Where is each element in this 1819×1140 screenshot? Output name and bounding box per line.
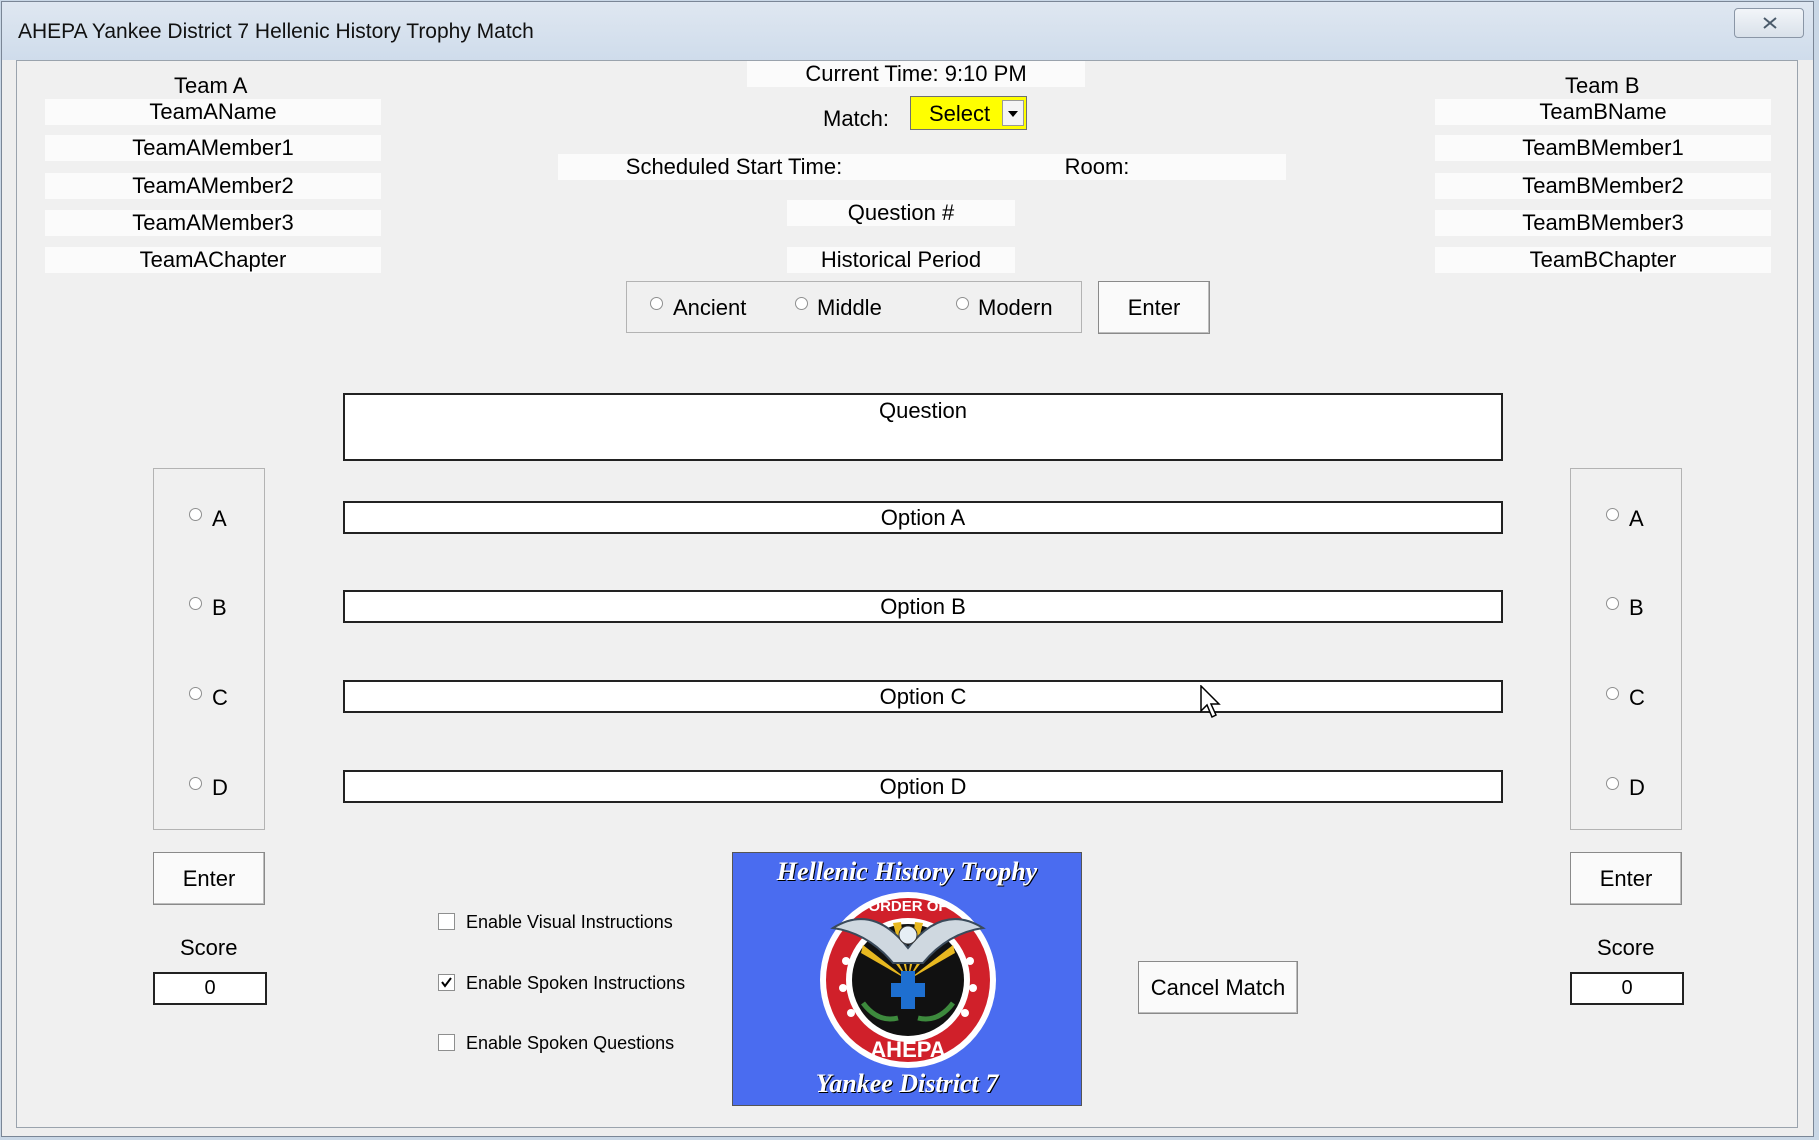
option-c: Option C xyxy=(343,680,1503,713)
app-window: AHEPA Yankee District 7 Hellenic History… xyxy=(1,1,1814,1137)
period-label-middle[interactable]: Middle xyxy=(817,295,882,321)
period-radio-modern[interactable] xyxy=(956,297,969,310)
ring-bottom-text: AHEPA xyxy=(870,1037,945,1062)
team-a-score-label: Score xyxy=(180,935,238,960)
period-label-modern[interactable]: Modern xyxy=(978,295,1053,321)
match-select[interactable]: Select xyxy=(910,96,1027,130)
current-time: Current Time: 9:10 PM xyxy=(747,61,1085,87)
mouse-cursor-icon xyxy=(1200,685,1221,719)
period-radio-middle[interactable] xyxy=(795,297,808,310)
period-enter-button[interactable]: Enter xyxy=(1098,281,1210,334)
match-select-value: Select xyxy=(929,101,991,126)
team-a-member3: TeamAMember3 xyxy=(45,210,381,236)
team-b-radio-c[interactable] xyxy=(1606,687,1619,700)
team-a-score[interactable]: 0 xyxy=(153,972,267,1005)
team-b-member3: TeamBMember3 xyxy=(1435,210,1771,236)
team-a-radio-a[interactable] xyxy=(189,508,202,521)
room: Room: xyxy=(908,154,1286,180)
period-label-ancient[interactable]: Ancient xyxy=(673,295,746,321)
hellenic-history-trophy-logo: Hellenic History Trophy ORDER OF AHEPA Y… xyxy=(732,852,1082,1106)
team-b-answer-a[interactable]: A xyxy=(1629,506,1644,532)
checkmark-icon xyxy=(441,977,452,988)
logo-bottom-text: Yankee District 7 xyxy=(815,1069,999,1098)
option-b: Option B xyxy=(343,590,1503,623)
question-number: Question # xyxy=(787,200,1015,226)
team-b-answer-b[interactable]: B xyxy=(1629,595,1644,621)
team-b-answer-group: A B C D xyxy=(1570,468,1682,830)
team-b-score[interactable]: 0 xyxy=(1570,972,1684,1005)
team-b-radio-a[interactable] xyxy=(1606,508,1619,521)
scheduled-start-time: Scheduled Start Time: xyxy=(558,154,910,180)
team-b-radio-d[interactable] xyxy=(1606,777,1619,790)
team-b-answer-d[interactable]: D xyxy=(1629,775,1645,801)
team-b-name: TeamBName xyxy=(1435,99,1771,125)
team-a-member2: TeamAMember2 xyxy=(45,173,381,199)
spoken-questions-label[interactable]: Enable Spoken Questions xyxy=(466,1033,674,1054)
period-group: Ancient Middle Modern xyxy=(626,281,1082,333)
visual-instructions-label[interactable]: Enable Visual Instructions xyxy=(466,912,673,933)
title-bar: AHEPA Yankee District 7 Hellenic History… xyxy=(2,2,1813,60)
spoken-instructions-label[interactable]: Enable Spoken Instructions xyxy=(466,973,685,994)
team-b-answer-c[interactable]: C xyxy=(1629,685,1645,711)
team-a-radio-c[interactable] xyxy=(189,687,202,700)
spoken-instructions-checkbox[interactable] xyxy=(438,974,455,991)
team-b-chapter: TeamBChapter xyxy=(1435,247,1771,273)
team-b-radio-b[interactable] xyxy=(1606,597,1619,610)
option-a: Option A xyxy=(343,501,1503,534)
cancel-match-button[interactable]: Cancel Match xyxy=(1138,961,1298,1014)
team-b-enter-button[interactable]: Enter xyxy=(1570,852,1682,905)
team-b-header: Team B xyxy=(1565,73,1640,98)
team-a-member1: TeamAMember1 xyxy=(45,135,381,161)
question-box: Question xyxy=(343,393,1503,461)
form-area: Team A TeamAName TeamAMember1 TeamAMembe… xyxy=(16,60,1798,1128)
team-b-member2: TeamBMember2 xyxy=(1435,173,1771,199)
team-a-name: TeamAName xyxy=(45,99,381,125)
spoken-questions-checkbox[interactable] xyxy=(438,1034,455,1051)
team-a-answer-a[interactable]: A xyxy=(212,506,227,532)
team-a-radio-b[interactable] xyxy=(189,597,202,610)
team-a-header: Team A xyxy=(174,73,248,98)
match-label: Match: xyxy=(823,106,890,131)
team-a-answer-d[interactable]: D xyxy=(212,775,228,801)
option-d: Option D xyxy=(343,770,1503,803)
close-button[interactable] xyxy=(1734,8,1804,38)
team-a-answer-c[interactable]: C xyxy=(212,685,228,711)
window-title: AHEPA Yankee District 7 Hellenic History… xyxy=(18,20,534,43)
close-icon xyxy=(1763,17,1777,29)
team-a-answer-group: A B C D xyxy=(153,468,265,830)
team-a-answer-b[interactable]: B xyxy=(212,595,227,621)
historical-period: Historical Period xyxy=(787,247,1015,273)
team-a-enter-button[interactable]: Enter xyxy=(153,852,265,905)
team-a-chapter: TeamAChapter xyxy=(45,247,381,273)
team-b-member1: TeamBMember1 xyxy=(1435,135,1771,161)
visual-instructions-checkbox[interactable] xyxy=(438,913,455,930)
team-a-radio-d[interactable] xyxy=(189,777,202,790)
period-radio-ancient[interactable] xyxy=(650,297,663,310)
chevron-down-icon[interactable] xyxy=(1002,100,1024,126)
ring-top-text: ORDER OF xyxy=(868,898,947,915)
team-b-score-label: Score xyxy=(1597,935,1655,960)
